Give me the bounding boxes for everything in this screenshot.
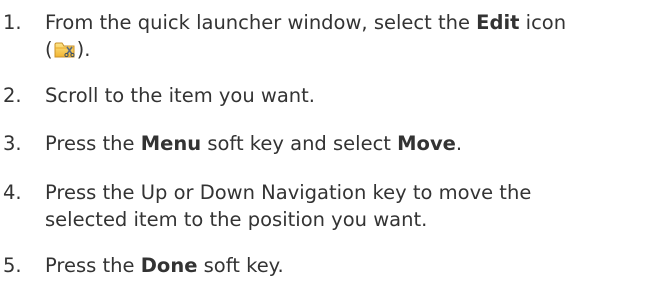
- done-label: Done: [140, 254, 198, 277]
- step-number: 5.: [3, 254, 22, 277]
- step-number: 3.: [3, 132, 22, 155]
- step-number: 4.: [3, 181, 22, 204]
- step-text-continued: ( ).: [45, 38, 91, 61]
- step-number: 1.: [3, 11, 22, 34]
- edit-label: Edit: [476, 11, 520, 34]
- step-text: Press the Done soft key.: [45, 254, 284, 277]
- menu-label: Menu: [140, 132, 202, 155]
- step-text: Scroll to the item you want.: [45, 84, 316, 107]
- step-number: 2.: [3, 84, 22, 107]
- step-text: From the quick launcher window, select t…: [45, 11, 567, 34]
- step-text: Press the Menu soft key and select Move.: [45, 132, 463, 155]
- step-text: Press the Up or Down Navigation key to m…: [45, 181, 532, 204]
- step-text-continued: selected item to the position you want.: [45, 208, 428, 231]
- folder-edit-icon: [54, 40, 76, 59]
- move-label: Move: [397, 132, 456, 155]
